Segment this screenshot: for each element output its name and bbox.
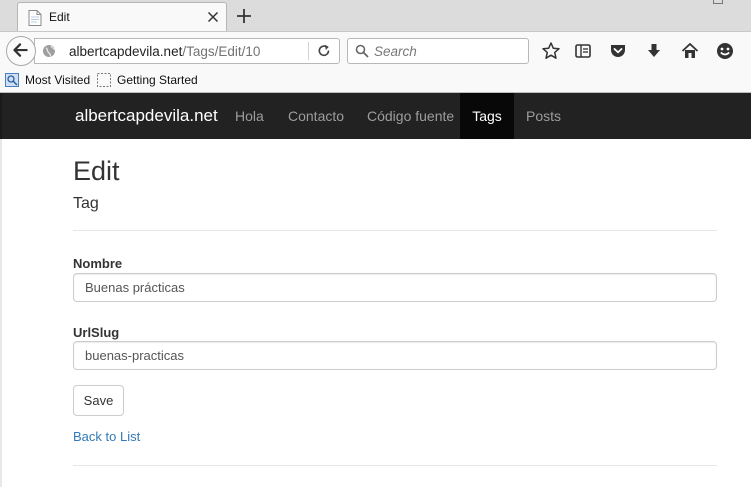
nav-item-contacto[interactable]: Contacto [288,93,344,139]
urlslug-value: buenas-practicas [85,348,184,363]
globe-icon [43,45,56,58]
site-brand[interactable]: albertcapdevila.net [75,106,218,126]
urlslug-input[interactable]: buenas-practicas [73,341,717,370]
tab-title: Edit [49,10,70,24]
save-button[interactable]: Save [73,385,124,416]
nombre-label: Nombre [73,256,123,271]
download-icon[interactable] [644,41,664,61]
search-placeholder: Search [374,44,417,59]
page-title: Edit [73,156,120,186]
browser-toolbar: albertcapdevila.net/Tags/Edit/10 Search [0,31,751,69]
window-restore-icon[interactable] [713,0,723,4]
nav-item-posts[interactable]: Posts [526,93,561,139]
url-text[interactable]: albertcapdevila.net/Tags/Edit/10 [69,44,260,59]
nav-item-codigo-fuente[interactable]: Código fuente [367,93,454,139]
close-icon[interactable] [204,8,222,26]
page-edge [0,139,2,487]
reading-list-icon[interactable] [573,41,593,61]
nav-item-tags[interactable]: Tags [460,93,514,139]
nombre-input[interactable]: Buenas prácticas [73,273,717,302]
back-to-list-link[interactable]: Back to List [73,429,140,444]
new-tab-icon[interactable] [234,6,254,26]
url-divider [308,42,309,60]
smiley-icon[interactable] [715,41,735,61]
browser-titlebar: Edit [0,0,751,32]
url-bar[interactable]: albertcapdevila.net/Tags/Edit/10 [34,38,340,64]
pocket-icon[interactable] [608,41,628,61]
page-icon [97,73,111,87]
star-icon[interactable] [541,41,561,61]
divider [73,230,717,231]
site-navbar: albertcapdevila.net Hola Contacto Código… [0,93,751,139]
page-subtitle: Tag [73,195,99,212]
browser-tab[interactable]: Edit [17,2,227,32]
reload-icon[interactable] [317,44,331,58]
most-visited-icon [5,73,19,87]
urlslug-label: UrlSlug [73,325,120,340]
page-icon [28,10,42,26]
back-arrow-icon [13,43,28,57]
bookmark-getting-started[interactable]: Getting Started [117,73,198,87]
url-host: albertcapdevila.net [69,44,183,59]
bookmark-most-visited[interactable]: Most Visited [25,73,90,87]
nombre-value: Buenas prácticas [85,280,185,295]
footer-divider [73,465,717,466]
home-icon[interactable] [680,41,700,61]
bookmarks-toolbar: Most Visited Getting Started [0,69,751,93]
url-path: /Tags/Edit/10 [182,44,261,59]
search-icon [355,44,369,58]
search-bar[interactable]: Search [347,38,529,64]
nav-item-hola[interactable]: Hola [235,93,264,139]
back-button[interactable] [6,36,36,66]
